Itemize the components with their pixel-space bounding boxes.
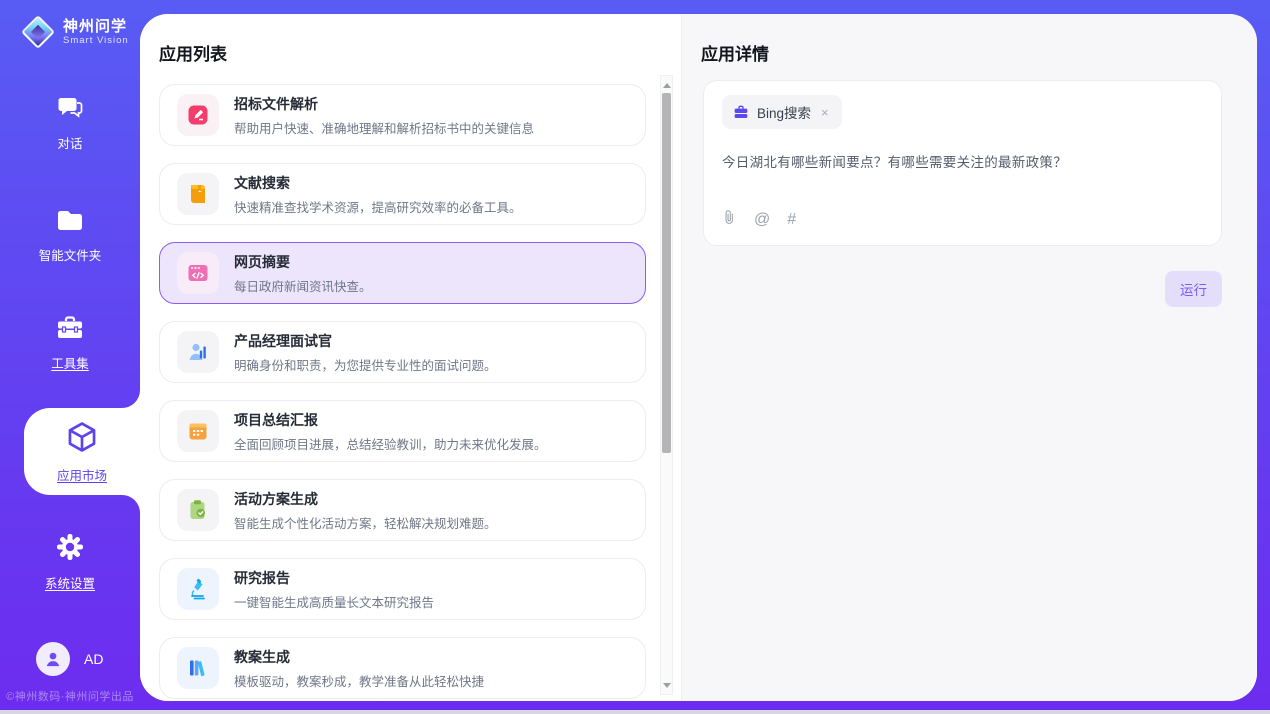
pen-square-icon [177, 94, 219, 136]
browser-code-icon [177, 252, 219, 294]
app-card-desc: 明确身份和职责，为您提供专业性的面试问题。 [234, 355, 497, 374]
app-card-desc: 帮助用户快速、准确地理解和解析招标书中的关键信息 [234, 118, 534, 137]
sidebar: 神州问学 Smart Vision 对话 智能文件夹 [0, 0, 140, 714]
app-card-research-report[interactable]: 研究报告 一键智能生成高质量长文本研究报告 [159, 558, 646, 620]
app-list-scrollbar [660, 75, 673, 695]
paperclip-icon[interactable] [722, 209, 737, 231]
person-chart-icon [177, 331, 219, 373]
user-account[interactable]: AD [36, 642, 103, 676]
brand-subtitle: Smart Vision [63, 35, 129, 46]
app-card-web-summary[interactable]: 网页摘要 每日政府新闻资讯快查。 [159, 242, 646, 304]
app-card-desc: 模板驱动，教案秒成，教学准备从此轻松快捷 [234, 671, 484, 690]
clipboard-check-icon [177, 489, 219, 531]
calendar-note-icon [177, 410, 219, 452]
window-bottom-strip [0, 710, 1270, 714]
sidebar-item-label: 工具集 [51, 353, 89, 372]
app-card-title: 网页摘要 [234, 252, 372, 272]
sidebar-item-settings[interactable]: 系统设置 [0, 533, 140, 592]
brand-name: 神州问学 [63, 18, 129, 35]
scrollbar-down-arrow[interactable] [661, 678, 672, 692]
app-card-desc: 全面回顾项目进展，总结经验教训，助力未来优化发展。 [234, 434, 547, 453]
app-detail-title: 应用详情 [682, 14, 1257, 65]
scrollbar-thumb[interactable] [662, 93, 671, 453]
app-card-title: 活动方案生成 [234, 489, 497, 509]
app-card-literature-search[interactable]: 文献搜索 快速精准查找学术资源，提高研究效率的必备工具。 [159, 163, 646, 225]
gear-icon [56, 533, 84, 566]
sidebar-item-label: 系统设置 [45, 573, 95, 592]
books-icon [177, 647, 219, 689]
app-card-title: 项目总结汇报 [234, 410, 547, 430]
tag-close-icon[interactable]: × [819, 105, 831, 120]
microscope-icon [177, 568, 219, 610]
prompt-toolbar: @ # [722, 209, 796, 231]
chat-icon [56, 95, 84, 126]
sidebar-item-app-market[interactable]: 应用市场 [24, 408, 140, 495]
folder-icon [56, 209, 84, 238]
app-card-bid-document-parse[interactable]: 招标文件解析 帮助用户快速、准确地理解和解析招标书中的关键信息 [159, 84, 646, 146]
scrollbar-up-arrow[interactable] [661, 78, 672, 92]
avatar [36, 642, 70, 676]
app-card-desc: 每日政府新闻资讯快查。 [234, 276, 372, 295]
toolbox-icon [56, 315, 84, 346]
mention-icon[interactable]: @ [754, 212, 770, 228]
app-card-event-plan[interactable]: 活动方案生成 智能生成个性化活动方案，轻松解决规划难题。 [159, 479, 646, 541]
sidebar-item-label: 应用市场 [57, 465, 107, 484]
brand-logo: 神州问学 Smart Vision [0, 0, 140, 48]
sidebar-item-label: 智能文件夹 [39, 245, 102, 264]
app-card-title: 研究报告 [234, 568, 434, 588]
app-list-title: 应用列表 [140, 14, 681, 65]
sidebar-item-chat[interactable]: 对话 [0, 95, 140, 152]
brand-diamond-icon [22, 16, 54, 48]
prompt-card: Bing搜索 × 今日湖北有哪些新闻要点？有哪些需要关注的最新政策？ @ # [703, 80, 1222, 246]
tool-tag-label: Bing搜索 [757, 102, 811, 122]
main-content: 应用列表 招标文件解析 帮助用户快速、准确地理解和解析招标书中的关键信息 [140, 14, 1257, 701]
app-card-title: 教案生成 [234, 647, 484, 667]
run-button[interactable]: 运行 [1165, 271, 1222, 307]
sidebar-item-label: 对话 [57, 133, 82, 152]
sidebar-item-smart-folder[interactable]: 智能文件夹 [0, 209, 140, 264]
app-card-title: 招标文件解析 [234, 94, 534, 114]
app-card-title: 文献搜索 [234, 173, 522, 193]
prompt-text[interactable]: 今日湖北有哪些新闻要点？有哪些需要关注的最新政策？ [722, 151, 1203, 171]
sidebar-item-toolset[interactable]: 工具集 [0, 315, 140, 372]
hash-icon[interactable]: # [787, 212, 796, 228]
app-card-pm-interviewer[interactable]: 产品经理面试官 明确身份和职责，为您提供专业性的面试问题。 [159, 321, 646, 383]
app-card-lesson-plan[interactable]: 教案生成 模板驱动，教案秒成，教学准备从此轻松快捷 [159, 637, 646, 699]
app-list: 招标文件解析 帮助用户快速、准确地理解和解析招标书中的关键信息 文献搜索 快速精… [159, 84, 646, 701]
app-card-desc: 智能生成个性化活动方案，轻松解决规划难题。 [234, 513, 497, 532]
tool-tag-bing-search[interactable]: Bing搜索 × [722, 95, 842, 129]
app-card-project-summary[interactable]: 项目总结汇报 全面回顾项目进展，总结经验教训，助力未来优化发展。 [159, 400, 646, 462]
person-icon [43, 649, 63, 669]
briefcase-icon [733, 104, 749, 120]
cube-icon [65, 420, 99, 459]
app-detail-panel: 应用详情 Bing搜索 × 今日湖北有哪些新闻要点？有哪些需要关注的最新政策？ [681, 14, 1257, 701]
app-card-desc: 一键智能生成高质量长文本研究报告 [234, 592, 434, 611]
app-list-panel: 应用列表 招标文件解析 帮助用户快速、准确地理解和解析招标书中的关键信息 [140, 14, 681, 701]
app-card-desc: 快速精准查找学术资源，提高研究效率的必备工具。 [234, 197, 522, 216]
app-card-title: 产品经理面试官 [234, 331, 497, 351]
copyright-footer: ©神州数码·神州问学出品 [0, 688, 140, 704]
book-icon [177, 173, 219, 215]
sidebar-nav: 对话 智能文件夹 工具集 [0, 95, 140, 592]
user-name: AD [84, 651, 103, 667]
